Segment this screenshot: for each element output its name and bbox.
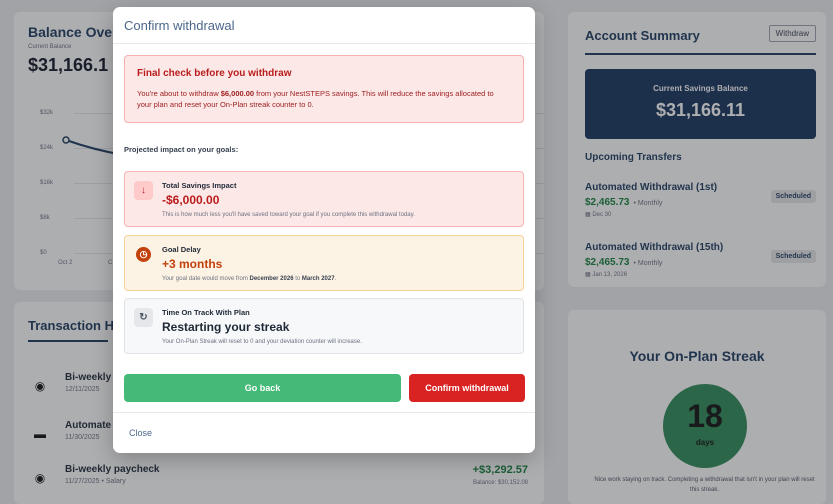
- goal-date-from: December 2026: [249, 276, 294, 282]
- goal-delay-card: ◷ Goal Delay +3 months Your goal date wo…: [124, 235, 524, 291]
- streak-impact-card: ↻ Time On Track With Plan Restarting you…: [124, 298, 524, 354]
- projected-impact-label: Projected impact on your goals:: [124, 145, 239, 154]
- savings-impact-card: ↓ Total Savings Impact -$6,000.00 This i…: [124, 171, 524, 227]
- arrow-down-icon: ↓: [134, 181, 153, 200]
- warning-alert: Final check before you withdraw You're a…: [124, 55, 524, 123]
- alert-body-text: You're about to withdraw: [137, 89, 221, 98]
- impact-description: Your On-Plan Streak will reset to 0 and …: [162, 339, 362, 345]
- impact-description-text: Your goal date would move from: [162, 276, 250, 282]
- impact-value: Restarting your streak: [162, 320, 290, 334]
- impact-description: Your goal date would move from December …: [162, 276, 336, 282]
- impact-title: Goal Delay: [162, 245, 201, 254]
- impact-title: Time On Track With Plan: [162, 308, 250, 317]
- dialog-title: Confirm withdrawal: [124, 18, 235, 33]
- go-back-button[interactable]: Go back: [124, 374, 401, 402]
- clock-icon: ◷: [136, 247, 151, 262]
- close-link[interactable]: Close: [129, 428, 152, 438]
- impact-value: -$6,000.00: [162, 193, 220, 207]
- withdraw-amount: $6,000.00: [220, 89, 255, 98]
- impact-title: Total Savings Impact: [162, 181, 237, 190]
- refresh-icon: ↻: [134, 308, 153, 327]
- goal-date-to: March 2027: [301, 276, 335, 282]
- alert-title: Final check before you withdraw: [137, 68, 292, 79]
- confirm-withdrawal-dialog: Confirm withdrawal Final check before yo…: [113, 7, 535, 453]
- impact-description-text: .: [334, 276, 337, 282]
- alert-body: You're about to withdraw $6,000.00 from …: [137, 88, 509, 110]
- impact-value: +3 months: [162, 257, 223, 271]
- impact-description-text: to: [293, 276, 302, 282]
- impact-description: This is how much less you'll have saved …: [162, 212, 415, 218]
- footer-divider: [113, 412, 535, 413]
- dialog-header: Confirm withdrawal: [113, 7, 535, 44]
- confirm-withdrawal-button[interactable]: Confirm withdrawal: [409, 374, 525, 402]
